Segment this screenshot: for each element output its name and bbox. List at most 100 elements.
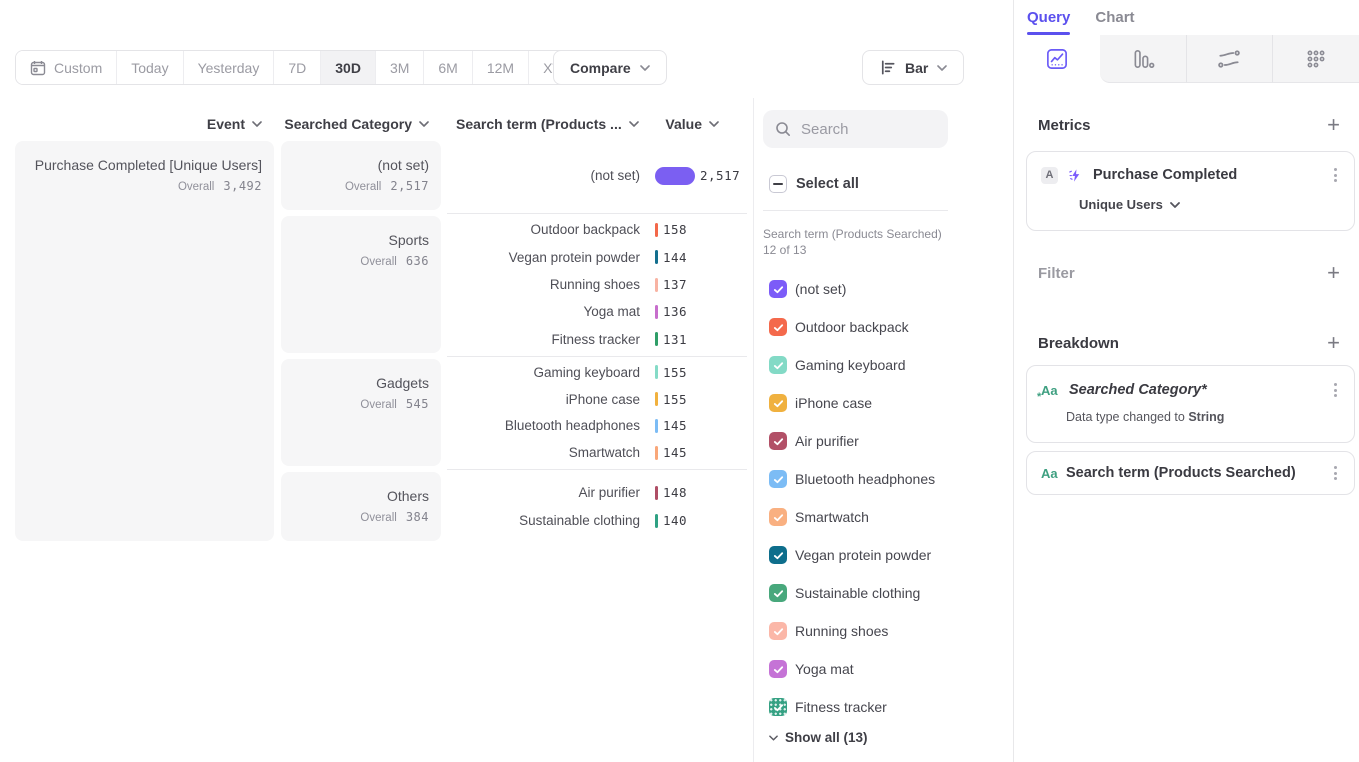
kebab-menu-icon[interactable]: [1331, 380, 1340, 400]
date-range-today[interactable]: Today: [117, 51, 183, 84]
breakdown-card-search-term[interactable]: Aa Search term (Products Searched): [1026, 451, 1355, 495]
checkbox-checked[interactable]: [769, 318, 787, 336]
tab-query[interactable]: Query: [1027, 9, 1070, 35]
checkbox-checked[interactable]: [769, 546, 787, 564]
chart-row: Gaming keyboard 155: [447, 359, 747, 386]
search-icon: [775, 121, 791, 137]
filter-list-label: Search term (Products Searched) 12 of 13: [763, 226, 943, 258]
add-breakdown-button[interactable]: +: [1327, 334, 1340, 352]
column-header-event[interactable]: Event: [15, 116, 274, 132]
column-header-searched-category[interactable]: Searched Category: [281, 116, 441, 132]
filter-item-gaming-keyboard[interactable]: Gaming keyboard: [769, 346, 1013, 384]
filter-item-vegan-protein-powder[interactable]: Vegan protein powder: [769, 536, 1013, 574]
chart-row: Smartwatch 145: [447, 439, 747, 466]
group-sports: Sports Overall636 Outdoor backpack 158 V…: [281, 216, 747, 353]
checkbox-checked[interactable]: [769, 432, 787, 450]
metric-aggregation-dropdown[interactable]: Unique Users: [1079, 197, 1340, 212]
check-icon: [773, 436, 784, 447]
chart-body: Purchase Completed [Unique Users] Overal…: [15, 141, 747, 541]
metric-card[interactable]: A Purchase Completed Unique Users: [1026, 151, 1355, 231]
string-property-icon: Aa: [1041, 466, 1059, 481]
filter-item-air-purifier[interactable]: Air purifier: [769, 422, 1013, 460]
check-icon: [773, 550, 784, 561]
chart-row: (not set) 2,517: [447, 162, 747, 190]
chevron-down-icon: [640, 65, 650, 71]
check-icon: [773, 702, 784, 713]
filter-item-running-shoes[interactable]: Running shoes: [769, 612, 1013, 650]
tab-insights-report[interactable]: [1014, 35, 1100, 83]
search-input[interactable]: [801, 121, 936, 138]
checkbox-checked[interactable]: [769, 508, 787, 526]
filter-item-sustainable-clothing[interactable]: Sustainable clothing: [769, 574, 1013, 612]
metrics-section-header: Metrics +: [1038, 116, 1340, 134]
value-bar: [655, 305, 658, 319]
tab-funnels-report[interactable]: [1100, 35, 1186, 83]
filter-check-list: (not set) Outdoor backpack Gaming keyboa…: [763, 270, 1013, 726]
filter-item-outdoor-backpack[interactable]: Outdoor backpack: [769, 308, 1013, 346]
chart-type-dropdown[interactable]: Bar: [862, 50, 964, 85]
value-bar: [655, 223, 658, 237]
terms-list: Outdoor backpack 158 Vegan protein powde…: [447, 216, 747, 353]
event-cell: Purchase Completed [Unique Users] Overal…: [15, 141, 274, 541]
tab-chart[interactable]: Chart: [1095, 9, 1134, 35]
group-others: Others Overall384 Air purifier 148 Susta…: [281, 472, 747, 541]
chart-row: Vegan protein powder 144: [447, 243, 747, 270]
value-bar: [655, 392, 658, 406]
date-range-custom[interactable]: Custom: [16, 51, 117, 84]
check-icon: [773, 626, 784, 637]
filter-item-fitness-tracker[interactable]: Fitness tracker: [769, 688, 1013, 726]
date-range-yesterday[interactable]: Yesterday: [184, 51, 275, 84]
checkbox-checked[interactable]: [769, 622, 787, 640]
filter-item-not-set[interactable]: (not set): [769, 270, 1013, 308]
checkbox-checked[interactable]: [769, 470, 787, 488]
value-bar: [655, 332, 658, 346]
date-range-7d[interactable]: 7D: [274, 51, 321, 84]
date-range-12m[interactable]: 12M: [473, 51, 529, 84]
minus-icon: [773, 183, 783, 185]
checkbox-checked[interactable]: [769, 356, 787, 374]
chevron-down-icon: [937, 65, 947, 71]
breakdown-card-searched-category[interactable]: Aa* Searched Category* Data type changed…: [1026, 365, 1355, 443]
check-icon: [773, 360, 784, 371]
add-filter-button[interactable]: +: [1327, 264, 1340, 282]
checkbox-checked[interactable]: [769, 280, 787, 298]
chart-row: iPhone case 155: [447, 386, 747, 413]
date-range-3m[interactable]: 3M: [376, 51, 424, 84]
insights-line-chart-icon: [1046, 48, 1068, 70]
calendar-icon: [30, 60, 46, 76]
date-range-30d-selected[interactable]: 30D: [321, 51, 376, 84]
segment-filter-panel: Select all Search term (Products Searche…: [753, 98, 1013, 762]
select-all-row[interactable]: Select all: [769, 175, 1013, 193]
filter-item-iphone-case[interactable]: iPhone case: [769, 384, 1013, 422]
tab-flows-report[interactable]: [1186, 35, 1273, 83]
date-range-6m[interactable]: 6M: [424, 51, 472, 84]
checkbox-checked[interactable]: [769, 584, 787, 602]
date-range-segmented-control: Custom Today Yesterday 7D 30D 3M 6M 12M …: [15, 50, 604, 85]
tab-retention-report[interactable]: [1272, 35, 1359, 83]
chevron-down-icon: [252, 121, 262, 127]
checkbox-checked[interactable]: [769, 660, 787, 678]
value-bar: [655, 167, 695, 185]
column-header-value[interactable]: Value: [665, 116, 719, 132]
column-header-search-term[interactable]: Search term (Products ...: [456, 116, 639, 132]
search-box[interactable]: [763, 110, 948, 148]
compare-button[interactable]: Compare: [553, 50, 667, 85]
checkbox-checked-textured[interactable]: [769, 698, 787, 716]
filter-item-bluetooth-headphones[interactable]: Bluetooth headphones: [769, 460, 1013, 498]
retention-dots-icon: [1305, 48, 1327, 70]
filter-item-smartwatch[interactable]: Smartwatch: [769, 498, 1013, 536]
divider: [763, 210, 948, 211]
kebab-menu-icon[interactable]: [1331, 165, 1340, 185]
category-groups: (not set) Overall2,517 (not set) 2,517 S…: [281, 141, 747, 541]
value-bar: [655, 419, 658, 433]
chart-row: Yoga mat 136: [447, 298, 747, 325]
category-cell: (not set) Overall2,517: [281, 141, 441, 210]
sidebar-tabs: Query Chart: [1014, 0, 1359, 35]
checkbox-checked[interactable]: [769, 394, 787, 412]
add-metric-button[interactable]: +: [1327, 116, 1340, 134]
filter-item-yoga-mat[interactable]: Yoga mat: [769, 650, 1013, 688]
show-all-toggle[interactable]: Show all (13): [769, 730, 1013, 745]
select-all-checkbox-indeterminate[interactable]: [769, 175, 787, 193]
kebab-menu-icon[interactable]: [1331, 463, 1340, 483]
terms-list: Air purifier 148 Sustainable clothing 14…: [447, 472, 747, 541]
